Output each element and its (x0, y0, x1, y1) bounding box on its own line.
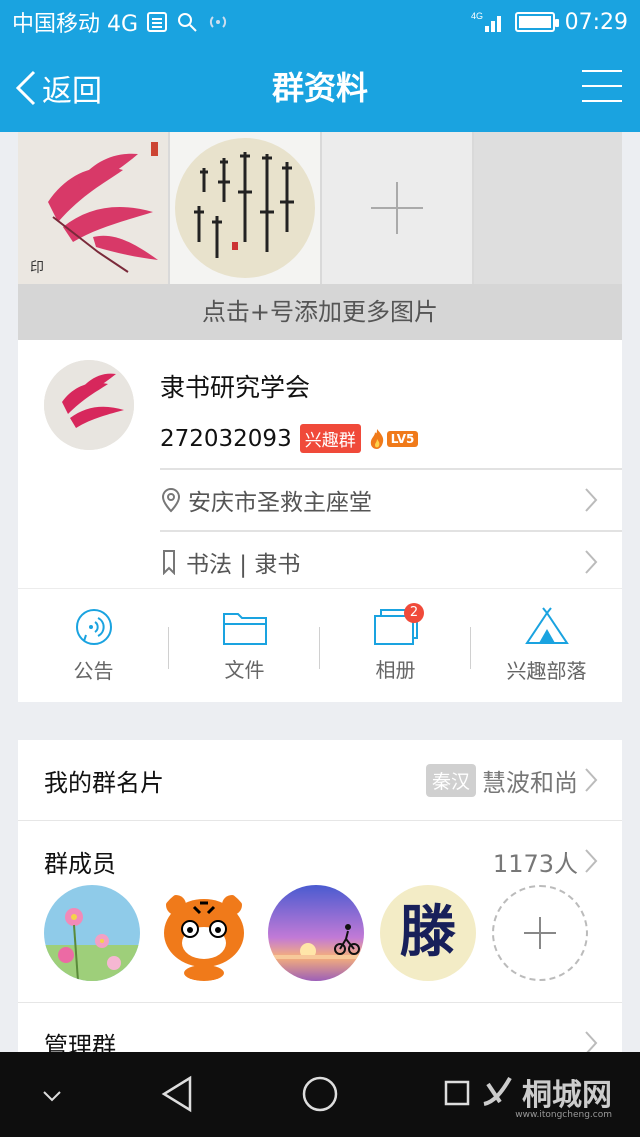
category-text: 书法 | 隶书 (186, 552, 301, 578)
member-count: 1173人 (492, 849, 578, 878)
svg-text:滕: 滕 (400, 899, 456, 965)
invite-member-button[interactable] (492, 885, 588, 981)
interest-group-tag: 兴趣群 (299, 424, 361, 453)
album-badge: 2 (404, 603, 424, 623)
menu-button[interactable] (582, 70, 622, 104)
location-row[interactable]: 安庆市圣救主座堂 (160, 470, 622, 530)
announcement-button[interactable]: 公告 (18, 589, 169, 702)
title-bar: 返回 群资料 (0, 44, 640, 132)
action-label: 公告 (73, 659, 114, 683)
cosmos-flowers-image (44, 885, 140, 981)
plus-icon (524, 917, 556, 949)
watermark-text: 桐城网 (522, 1078, 612, 1113)
flower-painting-image: 印 (18, 132, 168, 284)
group-photos: 印 (18, 132, 622, 284)
my-group-card-row[interactable]: 我的群名片 秦汉 慧波和尚 (18, 740, 622, 820)
signal-icon: 4G (471, 11, 501, 32)
action-label: 兴趣部落 (506, 659, 587, 683)
sunset-cyclist-image (268, 885, 364, 981)
calligraphy-character-image: 滕 (380, 885, 476, 981)
back-label: 返回 (42, 74, 102, 109)
clock: 07:29 (564, 9, 628, 35)
manage-group-section: 管理群 (18, 1002, 622, 1052)
plus-icon (371, 182, 423, 234)
network-type: 4G (471, 11, 483, 21)
svg-text:印: 印 (30, 260, 44, 276)
flower-painting-image (44, 360, 134, 450)
watermark-logo-icon (483, 1077, 512, 1106)
folder-icon (222, 613, 267, 645)
location-pin-icon (161, 487, 181, 513)
level-label: LV5 (386, 430, 419, 447)
recent-apps-icon[interactable] (442, 1076, 474, 1108)
group-actions: 公告 文件 2 相册 兴趣部落 (18, 588, 622, 702)
member-title-tag: 秦汉 (425, 763, 476, 797)
tent-icon (524, 607, 569, 644)
chevron-right-icon (585, 849, 598, 873)
home-circle-icon[interactable] (300, 1074, 340, 1114)
member-avatar[interactable] (156, 885, 252, 981)
announcement-icon (75, 609, 112, 645)
chevron-right-icon (585, 488, 598, 512)
group-profile-content: 印 点击+号添加更多图片 隶书研究学会 272032093 兴趣群 LV5 安庆… (18, 132, 622, 1052)
interest-tribe-button[interactable]: 兴趣部落 (471, 589, 622, 702)
group-id: 272032093 (160, 425, 292, 452)
bookmark-icon (163, 550, 175, 575)
chevron-down-icon[interactable] (40, 1088, 64, 1104)
empty-photo-slot (474, 132, 622, 284)
member-avatar[interactable] (44, 885, 140, 981)
watermark-url: www.itongcheng.com (515, 1110, 612, 1120)
location-text: 安庆市圣救主座堂 (188, 490, 372, 516)
member-avatars: 滕 (44, 885, 588, 981)
manage-group-label: 管理群 (44, 1031, 116, 1053)
hamburger-icon (582, 70, 622, 72)
group-info-card: 隶书研究学会 272032093 兴趣群 LV5 安庆市圣救主座堂 书法 | 隶… (18, 340, 622, 588)
my-nickname: 慧波和尚 (482, 768, 578, 797)
carrier-label: 中国移动 4G (12, 12, 139, 37)
group-id-row: 272032093 兴趣群 LV5 (160, 424, 419, 453)
chevron-right-icon (585, 550, 598, 574)
tiger-cartoon-image (156, 885, 252, 981)
files-button[interactable]: 文件 (169, 589, 320, 702)
member-section: 我的群名片 秦汉 慧波和尚 群成员 1173人 滕 (18, 740, 622, 1002)
action-label: 文件 (224, 658, 265, 682)
my-group-card-label: 我的群名片 (44, 768, 164, 797)
watermark: 桐城网 www.itongcheng.com (442, 1070, 612, 1120)
flame-icon (370, 428, 383, 449)
sim-card-icon (147, 12, 168, 32)
chevron-left-icon (15, 70, 36, 106)
group-members-block[interactable]: 群成员 1173人 滕 (18, 821, 622, 1002)
calligraphy-fan-image (170, 132, 320, 284)
battery-icon (514, 12, 559, 32)
member-avatar[interactable] (268, 885, 364, 981)
status-bar: 中国移动 4G 4G 07:29 (0, 0, 640, 44)
group-photo[interactable]: 印 (18, 132, 168, 284)
manage-group-row[interactable]: 管理群 (18, 1003, 622, 1052)
level-badge: LV5 (369, 428, 419, 450)
group-name: 隶书研究学会 (160, 373, 311, 402)
hotspot-icon (209, 16, 227, 28)
back-button[interactable]: 返回 (14, 44, 102, 132)
group-photo[interactable] (170, 132, 320, 284)
group-members-label: 群成员 (44, 849, 116, 878)
back-triangle-icon[interactable] (158, 1074, 198, 1114)
chevron-right-icon (585, 1031, 598, 1052)
search-icon (178, 13, 197, 32)
add-photo-hint[interactable]: 点击+号添加更多图片 (18, 284, 622, 340)
action-label: 相册 (375, 658, 416, 682)
group-avatar[interactable] (44, 360, 134, 450)
album-button[interactable]: 2 相册 (320, 589, 471, 702)
add-photo-button[interactable] (322, 132, 472, 284)
android-nav-bar: 桐城网 www.itongcheng.com (0, 1052, 640, 1137)
chevron-right-icon (585, 768, 598, 792)
category-row[interactable]: 书法 | 隶书 (160, 532, 622, 592)
member-avatar[interactable]: 滕 (380, 885, 476, 981)
